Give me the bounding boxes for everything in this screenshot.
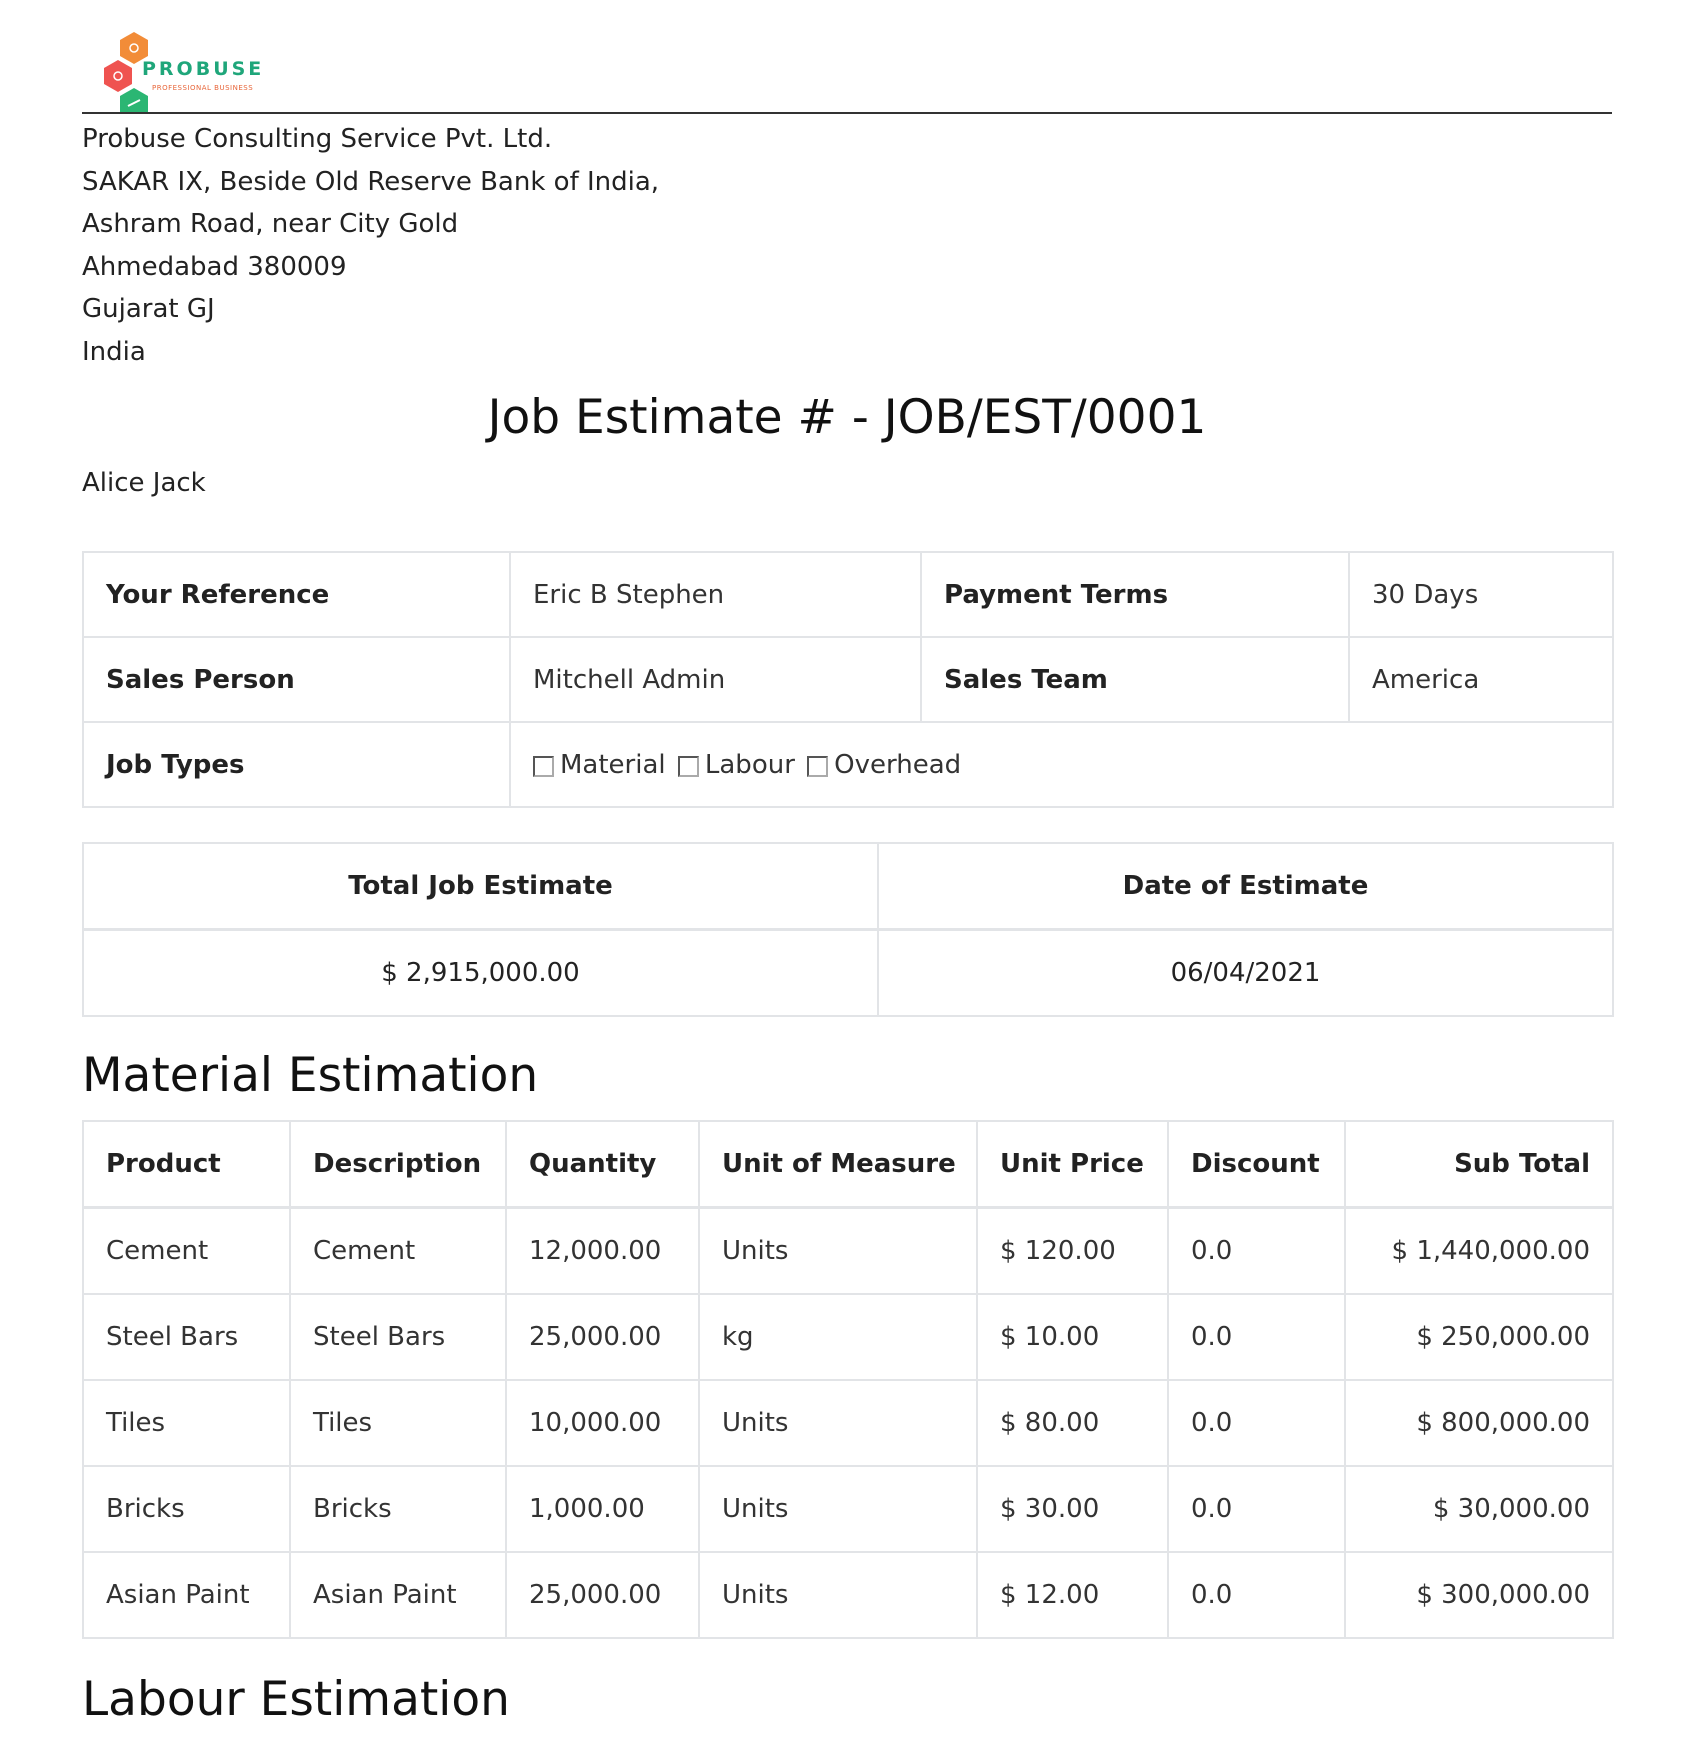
table-row: Job Types Material Labour Overhead (82, 721, 1614, 808)
estimate-info-table: Your Reference Eric B Stephen Payment Te… (82, 551, 1614, 808)
date-of-estimate-header: Date of Estimate (877, 842, 1614, 931)
header-divider (82, 112, 1612, 114)
payment-terms-label: Payment Terms (920, 551, 1350, 638)
cell-unit-of-measure: Units (698, 1551, 978, 1639)
total-job-estimate-header: Total Job Estimate (82, 842, 879, 931)
table-row: Sales Person Mitchell Admin Sales Team A… (82, 636, 1614, 723)
sales-person-label: Sales Person (82, 636, 511, 723)
labour-checkbox-label: Labour (704, 749, 795, 780)
labour-section-title: Labour Estimation (82, 1672, 510, 1727)
cell-unit-of-measure: Units (698, 1379, 978, 1467)
column-header-sub-total: Sub Total (1344, 1120, 1614, 1209)
cell-discount: 0.0 (1167, 1551, 1346, 1639)
cell-discount: 0.0 (1167, 1379, 1346, 1467)
material-checkbox-label: Material (560, 749, 666, 780)
job-types-label: Job Types (82, 721, 511, 808)
cell-description: Bricks (289, 1465, 507, 1553)
your-reference-label: Your Reference (82, 551, 511, 638)
cell-description: Steel Bars (289, 1293, 507, 1381)
document-title: Job Estimate # - JOB/EST/0001 (487, 390, 1207, 445)
table-row: Tiles Tiles 10,000.00 Units $ 80.00 0.0 … (82, 1379, 1614, 1467)
cell-discount: 0.0 (1167, 1465, 1346, 1553)
address-line: Probuse Consulting Service Pvt. Ltd. (82, 124, 553, 154)
table-row: Steel Bars Steel Bars 25,000.00 kg $ 10.… (82, 1293, 1614, 1381)
cell-quantity: 12,000.00 (505, 1206, 700, 1295)
table-row: $ 2,915,000.00 06/04/2021 (82, 928, 1614, 1017)
column-header-description: Description (289, 1120, 507, 1209)
column-header-unit-price: Unit Price (976, 1120, 1169, 1209)
column-header-unit-of-measure: Unit of Measure (698, 1120, 978, 1209)
cell-discount: 0.0 (1167, 1206, 1346, 1295)
sales-person-value: Mitchell Admin (509, 636, 922, 723)
cell-description: Tiles (289, 1379, 507, 1467)
job-estimate-page: PROBUSE PROFESSIONAL BUSINESS Probuse Co… (0, 0, 1700, 1758)
table-row: Asian Paint Asian Paint 25,000.00 Units … (82, 1551, 1614, 1639)
column-header-discount: Discount (1167, 1120, 1346, 1209)
cell-unit-price: $ 10.00 (976, 1293, 1169, 1381)
table-row: Bricks Bricks 1,000.00 Units $ 30.00 0.0… (82, 1465, 1614, 1553)
job-types-options: Material Labour Overhead (509, 721, 1614, 808)
company-logo: PROBUSE PROFESSIONAL BUSINESS (104, 30, 274, 114)
your-reference-value: Eric B Stephen (509, 551, 922, 638)
cell-quantity: 1,000.00 (505, 1465, 700, 1553)
cell-unit-price: $ 120.00 (976, 1206, 1169, 1295)
cell-unit-of-measure: Units (698, 1206, 978, 1295)
customer-name: Alice Jack (82, 468, 206, 498)
sales-team-value: America (1348, 636, 1614, 723)
date-of-estimate-value: 06/04/2021 (877, 928, 1614, 1017)
table-header-row: Total Job Estimate Date of Estimate (82, 842, 1614, 931)
material-section-title: Material Estimation (82, 1048, 539, 1103)
total-job-estimate-value: $ 2,915,000.00 (82, 928, 879, 1017)
address-line: Gujarat GJ (82, 294, 215, 324)
overhead-checkbox[interactable] (807, 755, 829, 777)
address-line: SAKAR IX, Beside Old Reserve Bank of Ind… (82, 166, 660, 197)
logo-wordmark: PROBUSE (142, 58, 265, 80)
cell-sub-total: $ 800,000.00 (1344, 1379, 1614, 1467)
cell-product: Bricks (82, 1465, 291, 1553)
column-header-quantity: Quantity (505, 1120, 700, 1209)
cell-discount: 0.0 (1167, 1293, 1346, 1381)
table-row: Your Reference Eric B Stephen Payment Te… (82, 551, 1614, 638)
cell-unit-price: $ 12.00 (976, 1551, 1169, 1639)
table-header-row: Product Description Quantity Unit of Mea… (82, 1120, 1614, 1209)
material-estimation-table: Product Description Quantity Unit of Mea… (82, 1120, 1614, 1639)
payment-terms-value: 30 Days (1348, 551, 1614, 638)
cell-product: Cement (82, 1206, 291, 1295)
cell-product: Asian Paint (82, 1551, 291, 1639)
labour-checkbox[interactable] (677, 755, 699, 777)
cell-unit-price: $ 80.00 (976, 1379, 1169, 1467)
cell-unit-of-measure: kg (698, 1293, 978, 1381)
cell-unit-price: $ 30.00 (976, 1465, 1169, 1553)
cell-sub-total: $ 300,000.00 (1344, 1551, 1614, 1639)
column-header-product: Product (82, 1120, 291, 1209)
cell-sub-total: $ 1,440,000.00 (1344, 1206, 1614, 1295)
address-line: Ahmedabad 380009 (82, 251, 347, 282)
address-line: Ashram Road, near City Gold (82, 209, 459, 239)
cell-sub-total: $ 250,000.00 (1344, 1293, 1614, 1381)
cell-product: Steel Bars (82, 1293, 291, 1381)
company-address: Probuse Consulting Service Pvt. Ltd. SAK… (82, 118, 659, 373)
cell-quantity: 25,000.00 (505, 1551, 700, 1639)
cell-quantity: 25,000.00 (505, 1293, 700, 1381)
estimate-totals-table: Total Job Estimate Date of Estimate $ 2,… (82, 842, 1614, 1017)
cell-quantity: 10,000.00 (505, 1379, 700, 1467)
logo-tagline: PROFESSIONAL BUSINESS (152, 84, 254, 92)
material-checkbox[interactable] (533, 755, 554, 777)
cell-description: Cement (289, 1206, 507, 1295)
cell-unit-of-measure: Units (698, 1465, 978, 1553)
address-line: India (82, 336, 146, 367)
overhead-checkbox-label: Overhead (834, 749, 962, 780)
table-row: Cement Cement 12,000.00 Units $ 120.00 0… (82, 1206, 1614, 1295)
sales-team-label: Sales Team (920, 636, 1350, 723)
cell-description: Asian Paint (289, 1551, 507, 1639)
cell-sub-total: $ 30,000.00 (1344, 1465, 1614, 1553)
cell-product: Tiles (82, 1379, 291, 1467)
